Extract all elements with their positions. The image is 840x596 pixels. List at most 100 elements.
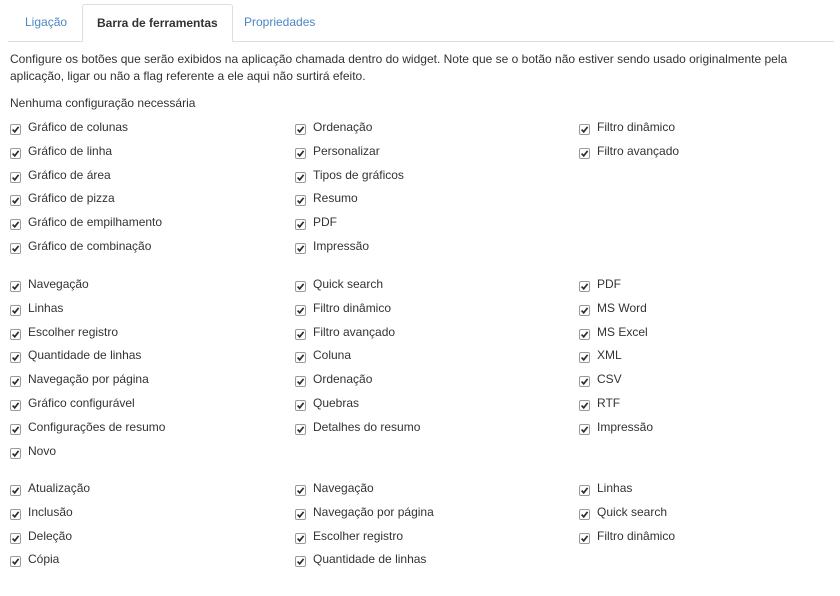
checkmark-icon	[296, 331, 305, 339]
option-checkbox[interactable]	[295, 400, 306, 411]
option-checkbox[interactable]	[10, 243, 21, 254]
option-label: Cópia	[28, 552, 60, 566]
option-checkbox[interactable]	[10, 195, 21, 206]
checkmark-icon	[296, 283, 305, 291]
option-checkbox[interactable]	[579, 124, 590, 135]
option-checkbox[interactable]	[10, 448, 21, 459]
option-label: Quebras	[313, 396, 360, 410]
checkmark-icon	[11, 558, 20, 566]
option-checkbox[interactable]	[295, 352, 306, 363]
tab-barra-de-ferramentas[interactable]: Barra de ferramentas	[82, 4, 233, 42]
option-label: Atualização	[28, 481, 91, 495]
option-checkbox[interactable]	[295, 556, 306, 567]
option-checkbox[interactable]	[295, 124, 306, 135]
option-label: Quantidade de linhas	[28, 348, 142, 362]
checkmark-icon	[11, 307, 20, 315]
checkmark-icon	[11, 426, 20, 434]
tab-propriedades[interactable]: Propriedades	[230, 4, 329, 40]
option-checkbox[interactable]	[295, 329, 306, 340]
option-checkbox[interactable]	[295, 376, 306, 387]
option-label: Filtro dinâmico	[597, 120, 676, 134]
option-label: Detalhes do resumo	[313, 420, 421, 434]
option-checkbox[interactable]	[10, 305, 21, 316]
option-checkbox[interactable]	[295, 219, 306, 230]
option-label: Resumo	[313, 191, 358, 205]
option-label: Filtro avançado	[313, 325, 396, 339]
checkmark-icon	[580, 126, 589, 134]
option-checkbox[interactable]	[579, 533, 590, 544]
option-label: Filtro avançado	[597, 144, 680, 158]
option-label: Personalizar	[313, 144, 380, 158]
tab-ligacao[interactable]: Ligação	[11, 4, 81, 40]
option-checkbox[interactable]	[295, 509, 306, 520]
option-checkbox[interactable]	[10, 219, 21, 230]
option-checkbox[interactable]	[579, 376, 590, 387]
option-label: Gráfico configurável	[28, 396, 135, 410]
option-checkbox[interactable]	[10, 148, 21, 159]
option-label: Quantidade de linhas	[313, 552, 427, 566]
option-label: Quick search	[313, 277, 384, 291]
option-checkbox[interactable]	[579, 148, 590, 159]
option-checkbox[interactable]	[10, 556, 21, 567]
option-checkbox[interactable]	[579, 281, 590, 292]
checkmark-icon	[11, 283, 20, 291]
checkmark-icon	[11, 174, 20, 182]
option-checkbox[interactable]	[295, 533, 306, 544]
checkmark-icon	[580, 354, 589, 362]
checkmark-icon	[296, 558, 305, 566]
option-checkbox[interactable]	[10, 485, 21, 496]
option-checkbox[interactable]	[10, 376, 21, 387]
option-checkbox[interactable]	[10, 124, 21, 135]
option-checkbox[interactable]	[295, 424, 306, 435]
option-label: Quick search	[597, 505, 668, 519]
option-checkbox[interactable]	[10, 172, 21, 183]
option-checkbox[interactable]	[295, 281, 306, 292]
checkmark-icon	[296, 174, 305, 182]
option-checkbox[interactable]	[10, 329, 21, 340]
option-checkbox[interactable]	[295, 148, 306, 159]
option-checkbox[interactable]	[10, 509, 21, 520]
option-checkbox[interactable]	[10, 533, 21, 544]
checkmark-icon	[11, 378, 20, 386]
option-label: PDF	[597, 277, 621, 291]
option-label: Navegação	[313, 481, 374, 495]
option-checkbox[interactable]	[579, 424, 590, 435]
option-label: Gráfico de colunas	[28, 120, 129, 134]
checkmark-icon	[296, 150, 305, 158]
checkmark-icon	[296, 402, 305, 410]
option-checkbox[interactable]	[10, 352, 21, 363]
option-checkbox[interactable]	[579, 329, 590, 340]
option-label: Navegação	[28, 277, 89, 291]
checkmark-icon	[580, 378, 589, 386]
option-checkbox[interactable]	[295, 305, 306, 316]
option-label: Linhas	[597, 481, 633, 495]
checkmark-icon	[580, 307, 589, 315]
no-config-label: Nenhuma configuração necessária	[10, 96, 196, 110]
option-checkbox[interactable]	[579, 509, 590, 520]
option-checkbox[interactable]	[295, 485, 306, 496]
option-checkbox[interactable]	[579, 400, 590, 411]
checkmark-icon	[580, 426, 589, 434]
option-checkbox[interactable]	[295, 172, 306, 183]
option-checkbox[interactable]	[579, 305, 590, 316]
option-label: Tipos de gráficos	[313, 168, 404, 182]
option-checkbox[interactable]	[10, 400, 21, 411]
option-checkbox[interactable]	[295, 195, 306, 206]
option-label: Gráfico de área	[28, 168, 111, 182]
checkmark-icon	[11, 331, 20, 339]
option-label: PDF	[313, 215, 337, 229]
option-label: Navegação por página	[28, 372, 149, 386]
tab-bar: Ligação Barra de ferramentas Propriedade…	[8, 4, 834, 42]
option-label: RTF	[597, 396, 621, 410]
option-checkbox[interactable]	[295, 243, 306, 254]
checkmark-icon	[580, 535, 589, 543]
option-checkbox[interactable]	[579, 485, 590, 496]
checkmark-icon	[296, 535, 305, 543]
option-checkbox[interactable]	[10, 424, 21, 435]
checkmark-icon	[580, 487, 589, 495]
option-checkbox[interactable]	[10, 281, 21, 292]
option-checkbox[interactable]	[579, 352, 590, 363]
checkmark-icon	[11, 197, 20, 205]
option-label: Gráfico de pizza	[28, 191, 115, 205]
checkmark-icon	[580, 511, 589, 519]
